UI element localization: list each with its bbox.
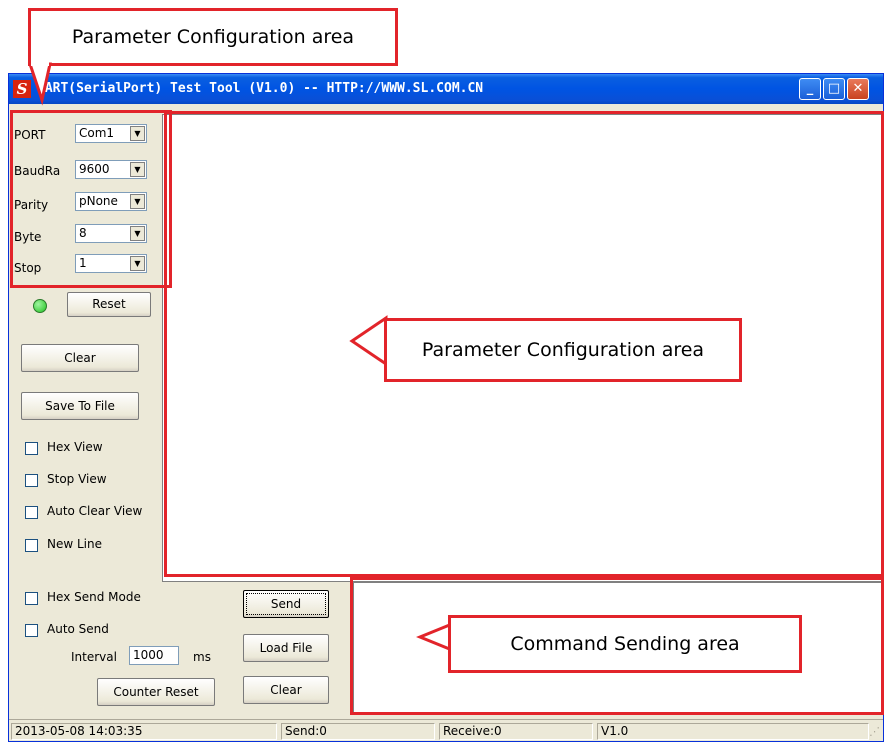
- send-callout: Command Sending area: [448, 615, 802, 673]
- send-callout-join: [451, 618, 457, 670]
- receive-callout: Parameter Configuration area: [384, 318, 742, 382]
- receive-callout-pointer: [349, 315, 388, 367]
- top-callout-join: [31, 61, 49, 66]
- top-callout-pointer: [27, 62, 52, 106]
- receive-callout-join: [387, 321, 393, 379]
